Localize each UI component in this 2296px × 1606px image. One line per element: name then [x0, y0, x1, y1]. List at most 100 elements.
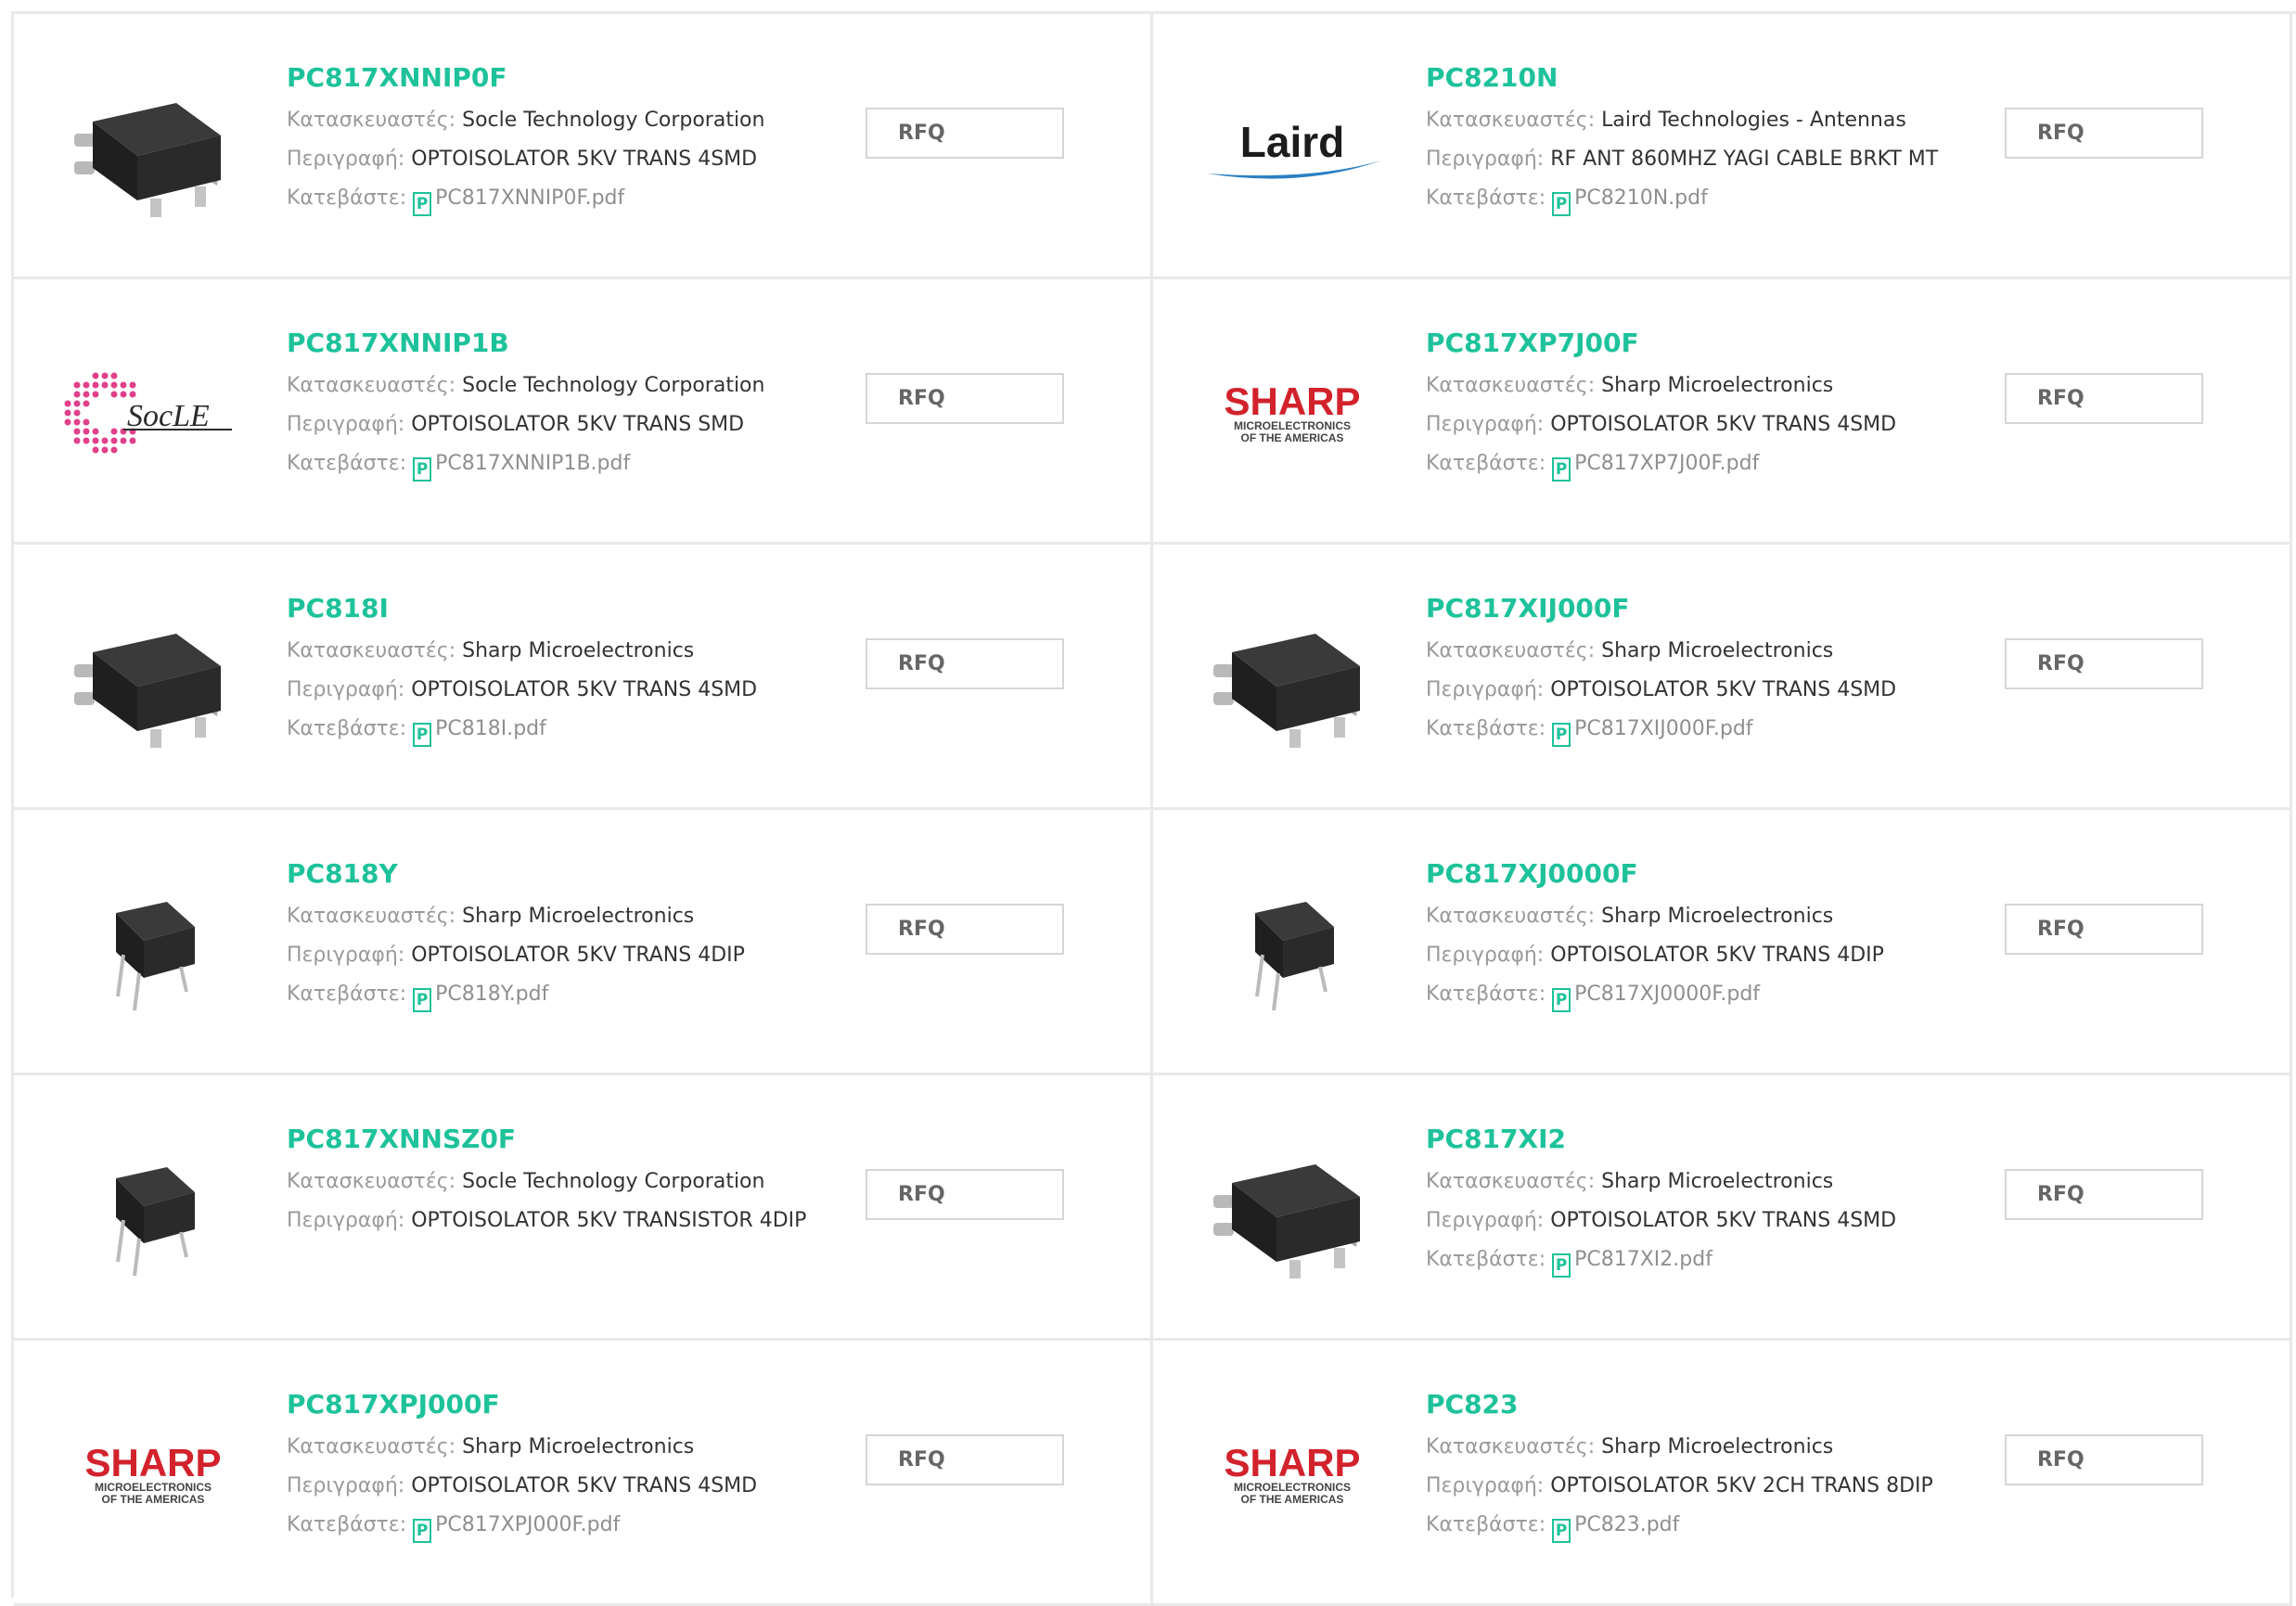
datasheet-link[interactable]: PC8210N.pdf: [1552, 186, 1708, 216]
product-info: PC8210N Κατασκευαστές: Laird Technologies…: [1426, 62, 2001, 218]
description-label: Περιγραφή:: [287, 678, 412, 701]
manufacturer-row: Κατασκευαστές: Sharp Microelectronics: [1426, 366, 2001, 405]
manufacturer-label: Κατασκευαστές:: [287, 109, 463, 132]
download-label: Κατεβάστε:: [287, 452, 414, 475]
socle-logo[interactable]: SocLE: [58, 320, 248, 509]
product-card: SocLE PC817XNNIP1B Κατασκευαστές: Socle Te…: [14, 279, 1153, 545]
description-label: Περιγραφή:: [1426, 944, 1551, 967]
download-label: Κατεβάστε:: [287, 983, 414, 1006]
datasheet-link[interactable]: PC823.pdf: [1552, 1513, 1679, 1543]
part-number-link[interactable]: PC817XP7J00F: [1426, 328, 2001, 359]
product-info: PC823 Κατασκευαστές: Sharp Microelectroni…: [1426, 1389, 2001, 1545]
smd-chip-icon[interactable]: [58, 55, 248, 244]
product-info: PC818I Κατασκευαστές: Sharp Microelectron…: [287, 593, 862, 749]
rfq-button[interactable]: RFQ: [2005, 108, 2203, 159]
datasheet-link[interactable]: PC817XIJ000F.pdf: [1552, 717, 1753, 747]
download-row: Κατεβάστε: PC8210N.pdf: [1426, 179, 2001, 218]
rfq-button[interactable]: RFQ: [866, 108, 1064, 159]
description-label: Περιγραφή:: [287, 1209, 412, 1232]
dip-chip-icon[interactable]: [58, 851, 248, 1040]
description-value: OPTOISOLATOR 5KV TRANS 4DIP: [411, 944, 745, 967]
part-number-link[interactable]: PC817XNNIP1B: [287, 328, 862, 359]
part-number-link[interactable]: PC818Y: [287, 858, 862, 890]
manufacturer-row: Κατασκευαστές: Sharp Microelectronics: [287, 897, 862, 936]
download-label: Κατεβάστε:: [287, 1513, 414, 1536]
datasheet-link[interactable]: PC818Y.pdf: [413, 983, 548, 1012]
datasheet-link[interactable]: PC817XP7J00F.pdf: [1552, 452, 1759, 482]
datasheet-link[interactable]: PC818I.pdf: [413, 717, 546, 747]
description-row: Περιγραφή: OPTOISOLATOR 5KV TRANSISTOR 4…: [287, 1201, 862, 1240]
part-number-link[interactable]: PC817XIJ000F: [1426, 593, 2001, 624]
svg-text:OF THE AMERICAS: OF THE AMERICAS: [102, 1493, 205, 1506]
part-number-link[interactable]: PC817XNNIP0F: [287, 62, 862, 94]
part-number-link[interactable]: PC823: [1426, 1389, 2001, 1420]
sharp-logo-text: SHARP: [1224, 1441, 1360, 1484]
part-number-link[interactable]: PC818I: [287, 593, 862, 624]
product-card: SHARP MICROELECTRONICS OF THE AMERICAS PC82…: [1153, 1341, 2292, 1606]
rfq-button[interactable]: RFQ: [2005, 1434, 2203, 1485]
sharp-logo[interactable]: SHARP MICROELECTRONICS OF THE AMERICAS: [1198, 320, 1387, 509]
part-number-link[interactable]: PC817XI2: [1426, 1124, 2001, 1155]
product-card: PC817XNNIP0F Κατασκευαστές: Socle Technol…: [14, 14, 1153, 279]
rfq-button[interactable]: RFQ: [2005, 638, 2203, 689]
description-label: Περιγραφή:: [1426, 148, 1551, 171]
smd-chip-icon[interactable]: [1198, 1116, 1387, 1305]
datasheet-link[interactable]: PC817XJ0000F.pdf: [1552, 983, 1761, 1012]
download-row: Κατεβάστε: PC817XPJ000F.pdf: [287, 1506, 862, 1545]
manufacturer-label: Κατασκευαστές:: [1426, 1170, 1602, 1193]
download-label: Κατεβάστε:: [287, 717, 414, 740]
manufacturer-row: Κατασκευαστές: Sharp Microelectronics: [287, 632, 862, 671]
manufacturer-value: Sharp Microelectronics: [1601, 1435, 1834, 1458]
description-label: Περιγραφή:: [287, 148, 412, 171]
datasheet-link[interactable]: PC817XPJ000F.pdf: [413, 1513, 620, 1543]
datasheet-filename: PC817XI2.pdf: [1574, 1248, 1712, 1271]
pdf-icon: [1552, 457, 1571, 482]
manufacturer-label: Κατασκευαστές:: [1426, 639, 1602, 662]
dip-chip-icon[interactable]: [1198, 851, 1387, 1040]
datasheet-link[interactable]: PC817XNNIP0F.pdf: [413, 186, 625, 216]
rfq-button[interactable]: RFQ: [866, 373, 1064, 424]
rfq-button[interactable]: RFQ: [866, 904, 1064, 955]
rfq-button[interactable]: RFQ: [2005, 904, 2203, 955]
laird-logo[interactable]: Laird: [1198, 55, 1387, 244]
rfq-button[interactable]: RFQ: [2005, 1169, 2203, 1220]
dip-chip-icon[interactable]: [58, 1116, 248, 1305]
smd-chip-icon[interactable]: [58, 585, 248, 775]
description-value: OPTOISOLATOR 5KV TRANS 4SMD: [411, 148, 758, 171]
rfq-button[interactable]: RFQ: [866, 1434, 1064, 1485]
datasheet-link[interactable]: PC817XNNIP1B.pdf: [413, 452, 630, 482]
smd-chip-icon[interactable]: [1198, 585, 1387, 775]
manufacturer-value: Sharp Microelectronics: [1601, 905, 1834, 928]
datasheet-filename: PC817XIJ000F.pdf: [1574, 717, 1753, 740]
datasheet-filename: PC817XJ0000F.pdf: [1574, 983, 1761, 1006]
pdf-icon: [413, 192, 432, 216]
product-info: PC817XPJ000F Κατασκευαστές: Sharp Microel…: [287, 1389, 862, 1545]
description-row: Περιγραφή: OPTOISOLATOR 5KV 2CH TRANS 8D…: [1426, 1467, 2001, 1506]
datasheet-link[interactable]: PC817XI2.pdf: [1552, 1248, 1712, 1278]
product-info: PC817XNNIP1B Κατασκευαστές: Socle Technol…: [287, 328, 862, 483]
rfq-button[interactable]: RFQ: [2005, 373, 2203, 424]
manufacturer-value: Sharp Microelectronics: [1601, 374, 1834, 397]
description-row: Περιγραφή: OPTOISOLATOR 5KV TRANS 4SMD: [1426, 405, 2001, 444]
description-value: OPTOISOLATOR 5KV 2CH TRANS 8DIP: [1550, 1474, 1933, 1497]
datasheet-filename: PC8210N.pdf: [1574, 186, 1708, 210]
rfq-button[interactable]: RFQ: [866, 638, 1064, 689]
description-value: OPTOISOLATOR 5KV TRANS 4SMD: [411, 678, 758, 701]
rfq-button[interactable]: RFQ: [866, 1169, 1064, 1220]
download-row: Κατεβάστε: PC817XJ0000F.pdf: [1426, 975, 2001, 1014]
product-card: PC818Y Κατασκευαστές: Sharp Microelectron…: [14, 810, 1153, 1075]
part-number-link[interactable]: PC8210N: [1426, 62, 2001, 94]
download-row: Κατεβάστε: PC818Y.pdf: [287, 975, 862, 1014]
part-number-link[interactable]: PC817XJ0000F: [1426, 858, 2001, 890]
download-label: Κατεβάστε:: [1426, 186, 1553, 210]
part-number-link[interactable]: PC817XPJ000F: [287, 1389, 862, 1420]
pdf-icon: [413, 988, 432, 1012]
description-value: OPTOISOLATOR 5KV TRANS 4SMD: [411, 1474, 758, 1497]
sharp-logo[interactable]: SHARP MICROELECTRONICS OF THE AMERICAS: [58, 1381, 248, 1571]
manufacturer-label: Κατασκευαστές:: [287, 905, 463, 928]
product-info: PC817XP7J00F Κατασκευαστές: Sharp Microel…: [1426, 328, 2001, 483]
datasheet-filename: PC817XNNIP0F.pdf: [435, 186, 625, 210]
sharp-logo[interactable]: SHARP MICROELECTRONICS OF THE AMERICAS: [1198, 1381, 1387, 1571]
manufacturer-row: Κατασκευαστές: Sharp Microelectronics: [1426, 1428, 2001, 1467]
part-number-link[interactable]: PC817XNNSZ0F: [287, 1124, 862, 1155]
